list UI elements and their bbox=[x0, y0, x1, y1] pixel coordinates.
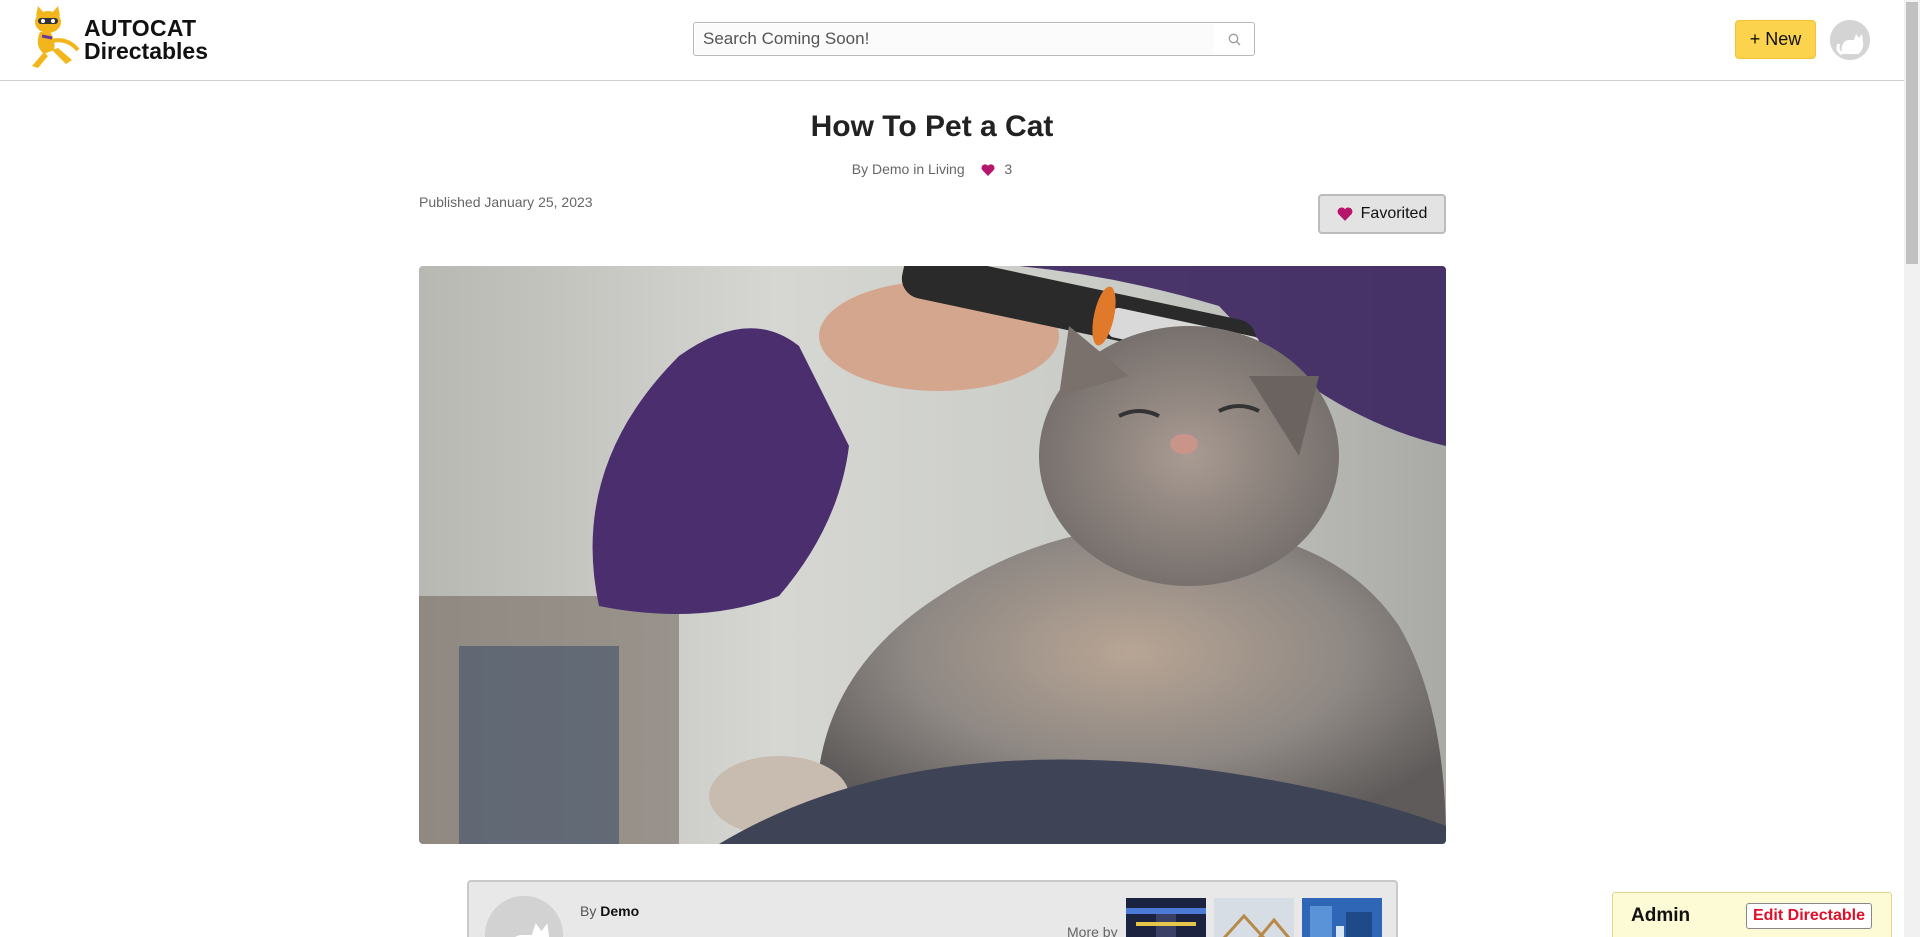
more-by-label: More by bbox=[1067, 924, 1118, 937]
author-avatar[interactable] bbox=[485, 896, 563, 937]
category-link[interactable]: Living bbox=[928, 161, 965, 177]
thumbnail-image bbox=[1126, 898, 1206, 937]
byline-in: in bbox=[913, 161, 925, 177]
author-card-by: By bbox=[580, 903, 597, 919]
scrollbar-thumb[interactable] bbox=[1906, 2, 1918, 264]
user-avatar[interactable] bbox=[1830, 20, 1870, 60]
logo-text: AUTOCAT Directables bbox=[84, 17, 208, 63]
cat-avatar-icon bbox=[485, 896, 563, 937]
search-bar bbox=[693, 22, 1255, 56]
article-title: How To Pet a Cat bbox=[810, 110, 1054, 143]
more-by-thumbnail[interactable] bbox=[1214, 898, 1294, 937]
heart-icon bbox=[981, 164, 995, 176]
new-directable-button[interactable]: + New bbox=[1735, 20, 1816, 59]
cat-avatar-icon bbox=[1830, 20, 1870, 60]
thumbnail-image bbox=[1302, 898, 1382, 937]
search-button[interactable] bbox=[1214, 23, 1254, 55]
more-by-thumbnail[interactable] bbox=[1126, 898, 1206, 937]
byline-by: By bbox=[851, 161, 869, 177]
admin-label: Admin bbox=[1631, 905, 1691, 926]
favorite-count: 3 bbox=[1004, 161, 1013, 177]
admin-panel: Admin Edit Directable bbox=[1612, 892, 1892, 937]
favorite-button-label: Favorited bbox=[1360, 205, 1428, 222]
author-card-byline: By Demo bbox=[580, 903, 639, 919]
author-card-name[interactable]: Demo bbox=[600, 903, 639, 919]
more-by-thumbnail[interactable] bbox=[1302, 898, 1382, 937]
logo-subtitle: Directables bbox=[84, 38, 209, 64]
heart-icon bbox=[1337, 207, 1353, 221]
search-icon bbox=[1228, 33, 1240, 45]
author-card: By Demo More by bbox=[467, 880, 1398, 937]
article-byline: By Demo in Living 3 bbox=[0, 161, 1864, 177]
top-navbar: AUTOCAT Directables + New bbox=[0, 0, 1904, 81]
hero-image bbox=[419, 266, 1446, 844]
search-input[interactable] bbox=[695, 24, 1214, 54]
edit-directable-button[interactable]: Edit Directable bbox=[1746, 903, 1872, 929]
published-date: Published January 25, 2023 bbox=[419, 194, 593, 210]
author-link[interactable]: Demo bbox=[872, 161, 909, 177]
favorite-button[interactable]: Favorited bbox=[1318, 194, 1446, 234]
thumbnail-image bbox=[1214, 898, 1294, 937]
site-logo[interactable]: AUTOCAT Directables bbox=[26, 6, 208, 74]
cat-logo-icon bbox=[32, 6, 80, 68]
logo-title: AUTOCAT bbox=[84, 15, 197, 41]
cat-being-brushed-image bbox=[419, 266, 1446, 844]
